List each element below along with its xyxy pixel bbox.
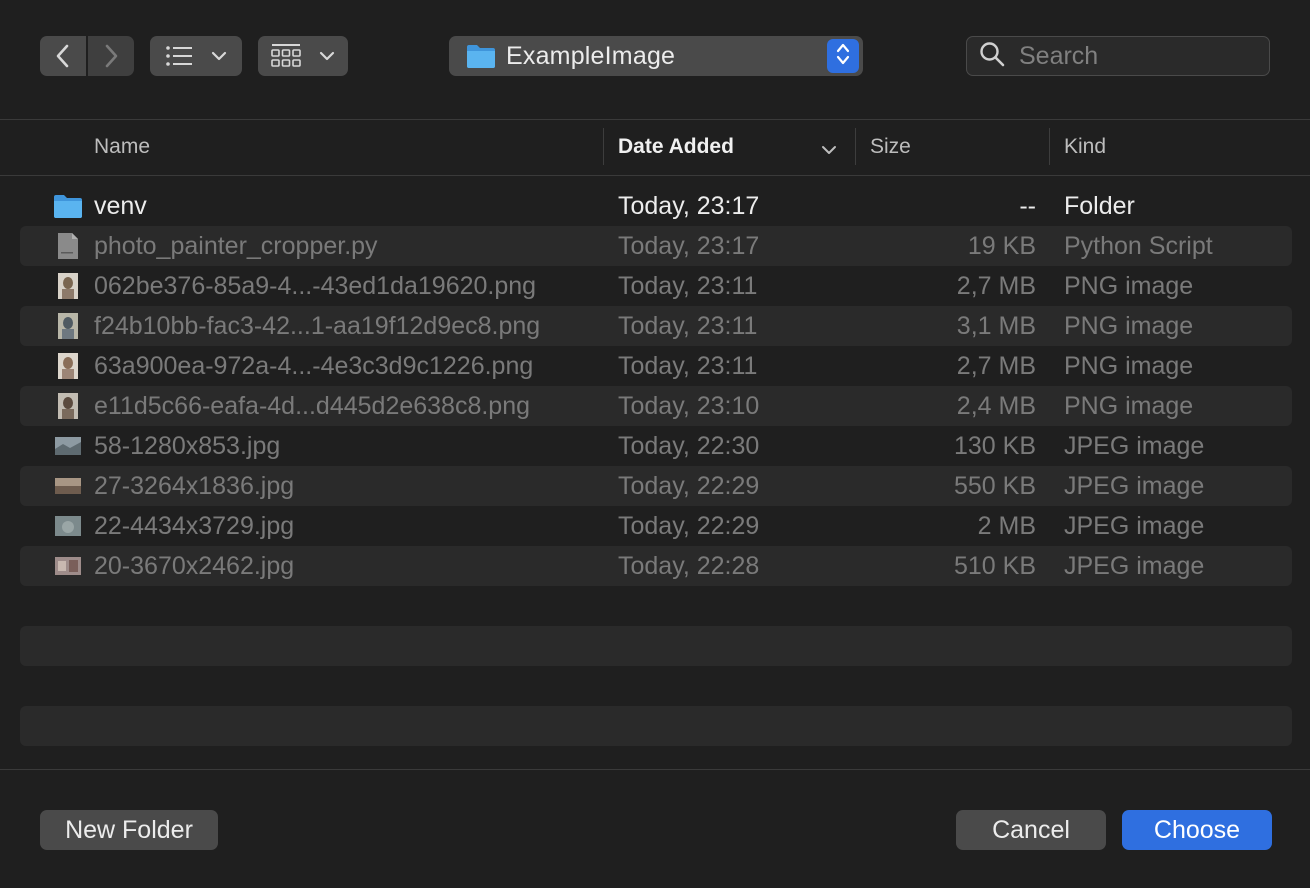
folder-icon: [466, 43, 496, 69]
file-size: 2,7 MB: [956, 351, 1036, 380]
back-button[interactable]: [40, 36, 86, 76]
file-date: Today, 22:29: [618, 511, 760, 540]
chevron-right-icon: [103, 43, 119, 69]
choose-button[interactable]: Choose: [1122, 810, 1272, 850]
file-name: 27-3264x1836.jpg: [94, 471, 295, 500]
file-row: 22-4434x3729.jpg Today, 22:29 2 MB JPEG …: [20, 506, 1292, 546]
file-date: Today, 23:17: [618, 191, 760, 220]
file-date: Today, 23:11: [618, 311, 758, 340]
column-separator[interactable]: [603, 128, 604, 165]
file-kind: PNG image: [1064, 351, 1194, 380]
column-separator[interactable]: [1049, 128, 1050, 165]
file-kind: PNG image: [1064, 391, 1194, 420]
landscape-thumbnail-icon: [53, 471, 83, 501]
file-list: venv Today, 23:17 -- Folder photo_painte…: [20, 186, 1292, 746]
column-date-added-label: Date Added: [618, 135, 734, 158]
empty-row: [20, 666, 1292, 706]
document-icon: [53, 231, 83, 261]
toolbar: ExampleImage: [0, 0, 1310, 119]
column-name-header[interactable]: Name: [94, 119, 150, 175]
file-name: photo_painter_cropper.py: [94, 231, 378, 260]
image-thumbnail-icon: [53, 271, 83, 301]
landscape-thumbnail-icon: [53, 431, 83, 461]
chevron-down-icon: [319, 51, 335, 61]
new-folder-button[interactable]: New Folder: [40, 810, 218, 850]
file-date: Today, 22:30: [618, 431, 760, 460]
file-row: photo_painter_cropper.py Today, 23:17 19…: [20, 226, 1292, 266]
file-row: 062be376-85a9-4...-43ed1da19620.png Toda…: [20, 266, 1292, 306]
file-kind: JPEG image: [1064, 471, 1205, 500]
file-kind: PNG image: [1064, 311, 1194, 340]
file-name: venv: [94, 191, 147, 220]
file-kind: JPEG image: [1064, 431, 1205, 460]
landscape-thumbnail-icon: [53, 551, 83, 581]
folder-title: ExampleImage: [506, 41, 676, 70]
grid-icon: [271, 43, 301, 69]
file-kind: JPEG image: [1064, 511, 1205, 540]
file-row: e11d5c66-eafa-4d...d445d2e638c8.png Toda…: [20, 386, 1292, 426]
file-row: f24b10bb-fac3-42...1-aa19f12d9ec8.png To…: [20, 306, 1292, 346]
file-row: 27-3264x1836.jpg Today, 22:29 550 KB JPE…: [20, 466, 1292, 506]
grid-view-button[interactable]: [258, 36, 348, 76]
header-divider: [0, 175, 1310, 176]
image-thumbnail-icon: [53, 311, 83, 341]
list-view-button[interactable]: [150, 36, 242, 76]
file-name: 062be376-85a9-4...-43ed1da19620.png: [94, 271, 537, 300]
empty-row: [20, 586, 1292, 626]
image-thumbnail-icon: [53, 391, 83, 421]
up-down-chevron-icon: [836, 42, 850, 71]
file-size: 19 KB: [967, 231, 1036, 260]
file-row: 63a900ea-972a-4...-4e3c3d9c1226.png Toda…: [20, 346, 1292, 386]
column-kind-header[interactable]: Kind: [1064, 119, 1106, 175]
file-name: 63a900ea-972a-4...-4e3c3d9c1226.png: [94, 351, 534, 380]
file-size: 510 KB: [953, 551, 1036, 580]
chevron-down-icon: [211, 51, 227, 61]
chevron-left-icon: [55, 43, 71, 69]
file-date: Today, 22:28: [618, 551, 760, 580]
file-kind: Python Script: [1064, 231, 1213, 260]
empty-row: [20, 706, 1292, 746]
column-header: Name Date Added Size Kind: [0, 119, 1310, 175]
file-date: Today, 22:29: [618, 471, 760, 500]
file-name: e11d5c66-eafa-4d...d445d2e638c8.png: [94, 391, 531, 420]
file-size: 2 MB: [977, 511, 1036, 540]
file-size: 2,4 MB: [956, 391, 1036, 420]
file-name: 58-1280x853.jpg: [94, 431, 281, 460]
sort-chevron-down-icon: [821, 142, 837, 160]
folder-icon: [53, 191, 83, 221]
file-name: f24b10bb-fac3-42...1-aa19f12d9ec8.png: [94, 311, 541, 340]
file-kind: JPEG image: [1064, 551, 1205, 580]
footer-divider: [0, 769, 1310, 770]
forward-button[interactable]: [88, 36, 134, 76]
file-row[interactable]: venv Today, 23:17 -- Folder: [20, 186, 1292, 226]
file-size: 550 KB: [953, 471, 1036, 500]
landscape-thumbnail-icon: [53, 511, 83, 541]
list-icon: [165, 45, 193, 67]
file-size: 3,1 MB: [956, 311, 1036, 340]
search-icon: [979, 41, 1005, 72]
file-date: Today, 23:11: [618, 351, 758, 380]
file-kind: Folder: [1064, 191, 1135, 220]
file-row: 20-3670x2462.jpg Today, 22:28 510 KB JPE…: [20, 546, 1292, 586]
column-size-header[interactable]: Size: [870, 119, 911, 175]
folder-location-popup[interactable]: ExampleImage: [449, 36, 863, 76]
file-name: 22-4434x3729.jpg: [94, 511, 295, 540]
file-size: --: [1019, 191, 1036, 220]
file-size: 130 KB: [953, 431, 1036, 460]
column-separator[interactable]: [855, 128, 856, 165]
file-date: Today, 23:17: [618, 231, 760, 260]
search-field[interactable]: [966, 36, 1270, 76]
empty-row: [20, 626, 1292, 666]
column-date-added-header[interactable]: Date Added: [618, 119, 734, 175]
file-date: Today, 23:11: [618, 271, 758, 300]
image-thumbnail-icon: [53, 351, 83, 381]
file-date: Today, 23:10: [618, 391, 760, 420]
search-input[interactable]: [1019, 41, 1259, 71]
file-name: 20-3670x2462.jpg: [94, 551, 295, 580]
file-row: 58-1280x853.jpg Today, 22:30 130 KB JPEG…: [20, 426, 1292, 466]
file-size: 2,7 MB: [956, 271, 1036, 300]
file-kind: PNG image: [1064, 271, 1194, 300]
popup-stepper[interactable]: [827, 39, 859, 73]
cancel-button[interactable]: Cancel: [956, 810, 1106, 850]
